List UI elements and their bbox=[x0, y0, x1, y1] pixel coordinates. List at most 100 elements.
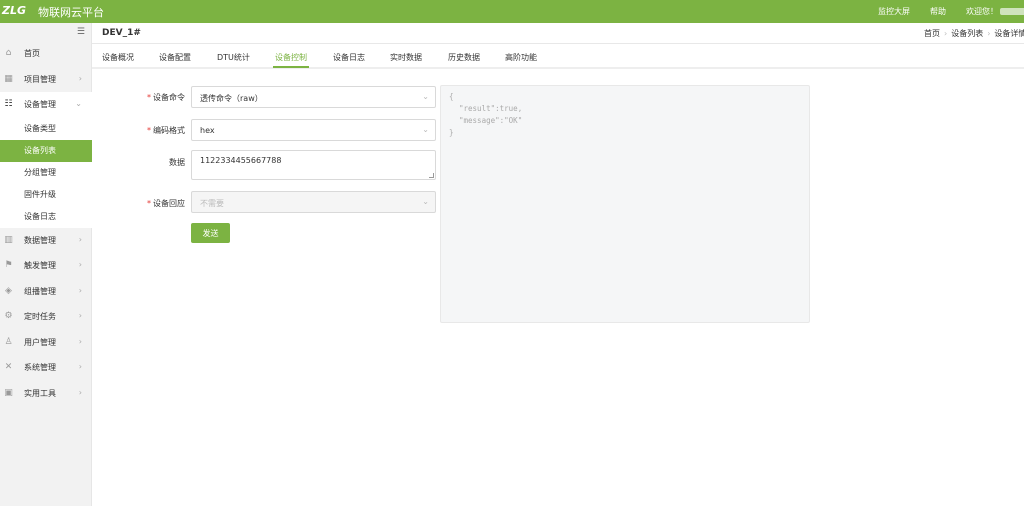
chart-icon: ▥ bbox=[4, 234, 13, 245]
gear-icon: ⚙ bbox=[4, 311, 13, 321]
welcome-user[interactable]: 欢迎您！ bbox=[966, 6, 1024, 17]
username-redacted bbox=[1000, 8, 1024, 15]
response-label-text: 设备回应 bbox=[153, 199, 185, 208]
required-mark: * bbox=[147, 199, 151, 208]
tab-config[interactable]: 设备配置 bbox=[159, 52, 191, 63]
sidebar-item-label: 首页 bbox=[24, 49, 40, 59]
response-panel: { "result":true, "message":"OK" } bbox=[440, 85, 810, 323]
sidebar-item-user[interactable]: ♙ 用户管理 › bbox=[0, 330, 92, 356]
encoding-select-value: hex bbox=[200, 126, 215, 135]
sidebar-subitem-firmware[interactable]: 固件升级 bbox=[0, 184, 92, 206]
sidebar-item-schedule[interactable]: ⚙ 定时任务 › bbox=[0, 304, 92, 330]
command-select-value: 透传命令（raw） bbox=[200, 94, 263, 103]
chevron-right-icon: › bbox=[78, 260, 82, 269]
sidebar-item-trigger[interactable]: ⚑ 触发管理 › bbox=[0, 253, 92, 279]
breadcrumb-device-detail: 设备详情 bbox=[994, 29, 1024, 38]
tab-overview[interactable]: 设备概况 bbox=[102, 52, 134, 63]
sidebar-item-label: 数据管理 bbox=[24, 235, 56, 245]
chevron-right-icon: › bbox=[78, 285, 82, 295]
sidebar-item-label: 触发管理 bbox=[24, 261, 56, 271]
sidebar-item-project[interactable]: ▦ 项目管理 › bbox=[0, 67, 92, 93]
encoding-select[interactable]: hex ⌄ bbox=[191, 119, 436, 141]
monitor-screen-link[interactable]: 监控大屏 bbox=[878, 6, 910, 17]
command-label: * 设备命令 bbox=[105, 92, 185, 103]
data-textarea[interactable]: 1122334455667788 bbox=[191, 150, 436, 180]
project-icon: ▦ bbox=[4, 73, 13, 84]
layers-icon: ◈ bbox=[5, 285, 12, 296]
response-line: "message":"OK" bbox=[459, 116, 523, 125]
toolbox-icon: ▣ bbox=[4, 387, 13, 398]
tab-log[interactable]: 设备日志 bbox=[333, 52, 365, 63]
data-label: 数据 bbox=[105, 157, 185, 168]
flag-icon: ⚑ bbox=[4, 260, 13, 270]
sidebar-subitem-device-type[interactable]: 设备类型 bbox=[0, 118, 92, 140]
top-header: ZLG 物联网云平台 监控大屏 帮助 欢迎您！ bbox=[0, 0, 1024, 23]
tab-history[interactable]: 历史数据 bbox=[448, 52, 480, 63]
home-icon: ⌂ bbox=[5, 48, 12, 58]
sidebar-item-label: 定时任务 bbox=[24, 312, 56, 322]
response-select: 不需要 ⌄ bbox=[191, 191, 436, 213]
tab-bar: 设备概况 设备配置 DTU统计 设备控制 设备日志 实时数据 历史数据 高阶功能 bbox=[92, 44, 1024, 69]
response-label: * 设备回应 bbox=[105, 198, 185, 209]
sidebar: ☰ ⌂ 首页 ▦ 项目管理 › ☷ 设备管理 ⌄ 设备类型 设备列表 分组管理 … bbox=[0, 23, 92, 506]
zlg-logo: ZLG bbox=[2, 4, 27, 17]
command-select[interactable]: 透传命令（raw） ⌄ bbox=[191, 86, 436, 108]
chevron-down-icon: ⌄ bbox=[422, 92, 429, 101]
device-submenu: 设备类型 设备列表 分组管理 固件升级 设备日志 bbox=[0, 117, 92, 228]
send-button[interactable]: 发送 bbox=[191, 223, 230, 243]
encoding-label: * 编码格式 bbox=[105, 125, 185, 136]
chevron-right-icon: › bbox=[78, 362, 82, 371]
tab-advanced[interactable]: 高阶功能 bbox=[505, 52, 537, 63]
breadcrumb-home[interactable]: 首页 bbox=[924, 29, 940, 38]
encoding-label-text: 编码格式 bbox=[153, 126, 185, 135]
welcome-text: 欢迎您！ bbox=[966, 7, 998, 16]
response-line: "result":true, bbox=[459, 104, 523, 113]
chevron-down-icon: ⌄ bbox=[422, 197, 429, 206]
chevron-right-icon: › bbox=[78, 387, 82, 397]
content-header: DEV_1# 首页 › 设备列表 › 设备详情 bbox=[92, 23, 1024, 44]
chevron-right-icon: › bbox=[78, 234, 82, 244]
tab-dtu-stats[interactable]: DTU统计 bbox=[217, 52, 250, 63]
sidebar-item-label: 实用工具 bbox=[24, 388, 56, 398]
tools-icon: ✕ bbox=[4, 362, 13, 372]
sidebar-item-data[interactable]: ▥ 数据管理 › bbox=[0, 228, 92, 254]
active-tab-indicator bbox=[273, 66, 309, 68]
chevron-right-icon: › bbox=[78, 336, 82, 346]
sidebar-subitem-device-log[interactable]: 设备日志 bbox=[0, 206, 92, 228]
sidebar-menu: ⌂ 首页 ▦ 项目管理 › ☷ 设备管理 ⌄ 设备类型 设备列表 分组管理 固件… bbox=[0, 41, 92, 406]
sidebar-subitem-device-list[interactable]: 设备列表 bbox=[0, 139, 92, 162]
sidebar-item-utility[interactable]: ▣ 实用工具 › bbox=[0, 381, 92, 407]
sidebar-item-label: 系统管理 bbox=[24, 363, 56, 373]
resize-handle[interactable] bbox=[429, 173, 434, 178]
command-label-text: 设备命令 bbox=[153, 93, 185, 102]
response-line: } bbox=[449, 128, 454, 137]
tab-realtime[interactable]: 实时数据 bbox=[390, 52, 422, 63]
tab-control[interactable]: 设备控制 bbox=[275, 52, 307, 63]
chevron-down-icon: ⌄ bbox=[422, 125, 429, 134]
breadcrumb: 首页 › 设备列表 › 设备详情 bbox=[924, 28, 1024, 39]
breadcrumb-separator: › bbox=[987, 29, 991, 38]
response-select-value: 不需要 bbox=[200, 199, 224, 208]
response-line: { bbox=[449, 92, 454, 101]
breadcrumb-separator: › bbox=[944, 29, 948, 38]
help-link[interactable]: 帮助 bbox=[930, 6, 946, 17]
sidebar-subitem-group[interactable]: 分组管理 bbox=[0, 162, 92, 184]
sidebar-item-label: 项目管理 bbox=[24, 74, 56, 84]
brand-title: 物联网云平台 bbox=[38, 6, 104, 19]
required-mark: * bbox=[147, 93, 151, 102]
sidebar-item-home[interactable]: ⌂ 首页 bbox=[0, 41, 92, 67]
data-textarea-value: 1122334455667788 bbox=[200, 156, 282, 165]
data-label-text: 数据 bbox=[169, 158, 185, 167]
page-title: DEV_1# bbox=[102, 28, 141, 38]
sidebar-item-multicast[interactable]: ◈ 组播管理 › bbox=[0, 279, 92, 305]
device-icon: ☷ bbox=[4, 99, 13, 109]
chevron-right-icon: › bbox=[78, 73, 82, 83]
sidebar-item-device[interactable]: ☷ 设备管理 ⌄ bbox=[0, 92, 92, 118]
chevron-down-icon: ⌄ bbox=[75, 99, 82, 108]
sidebar-item-label: 组播管理 bbox=[24, 286, 56, 296]
breadcrumb-device-list[interactable]: 设备列表 bbox=[951, 29, 983, 38]
sidebar-item-system[interactable]: ✕ 系统管理 › bbox=[0, 355, 92, 381]
collapse-icon[interactable]: ☰ bbox=[77, 27, 85, 37]
sidebar-item-label: 用户管理 bbox=[24, 337, 56, 347]
sidebar-item-label: 设备管理 bbox=[24, 100, 56, 110]
